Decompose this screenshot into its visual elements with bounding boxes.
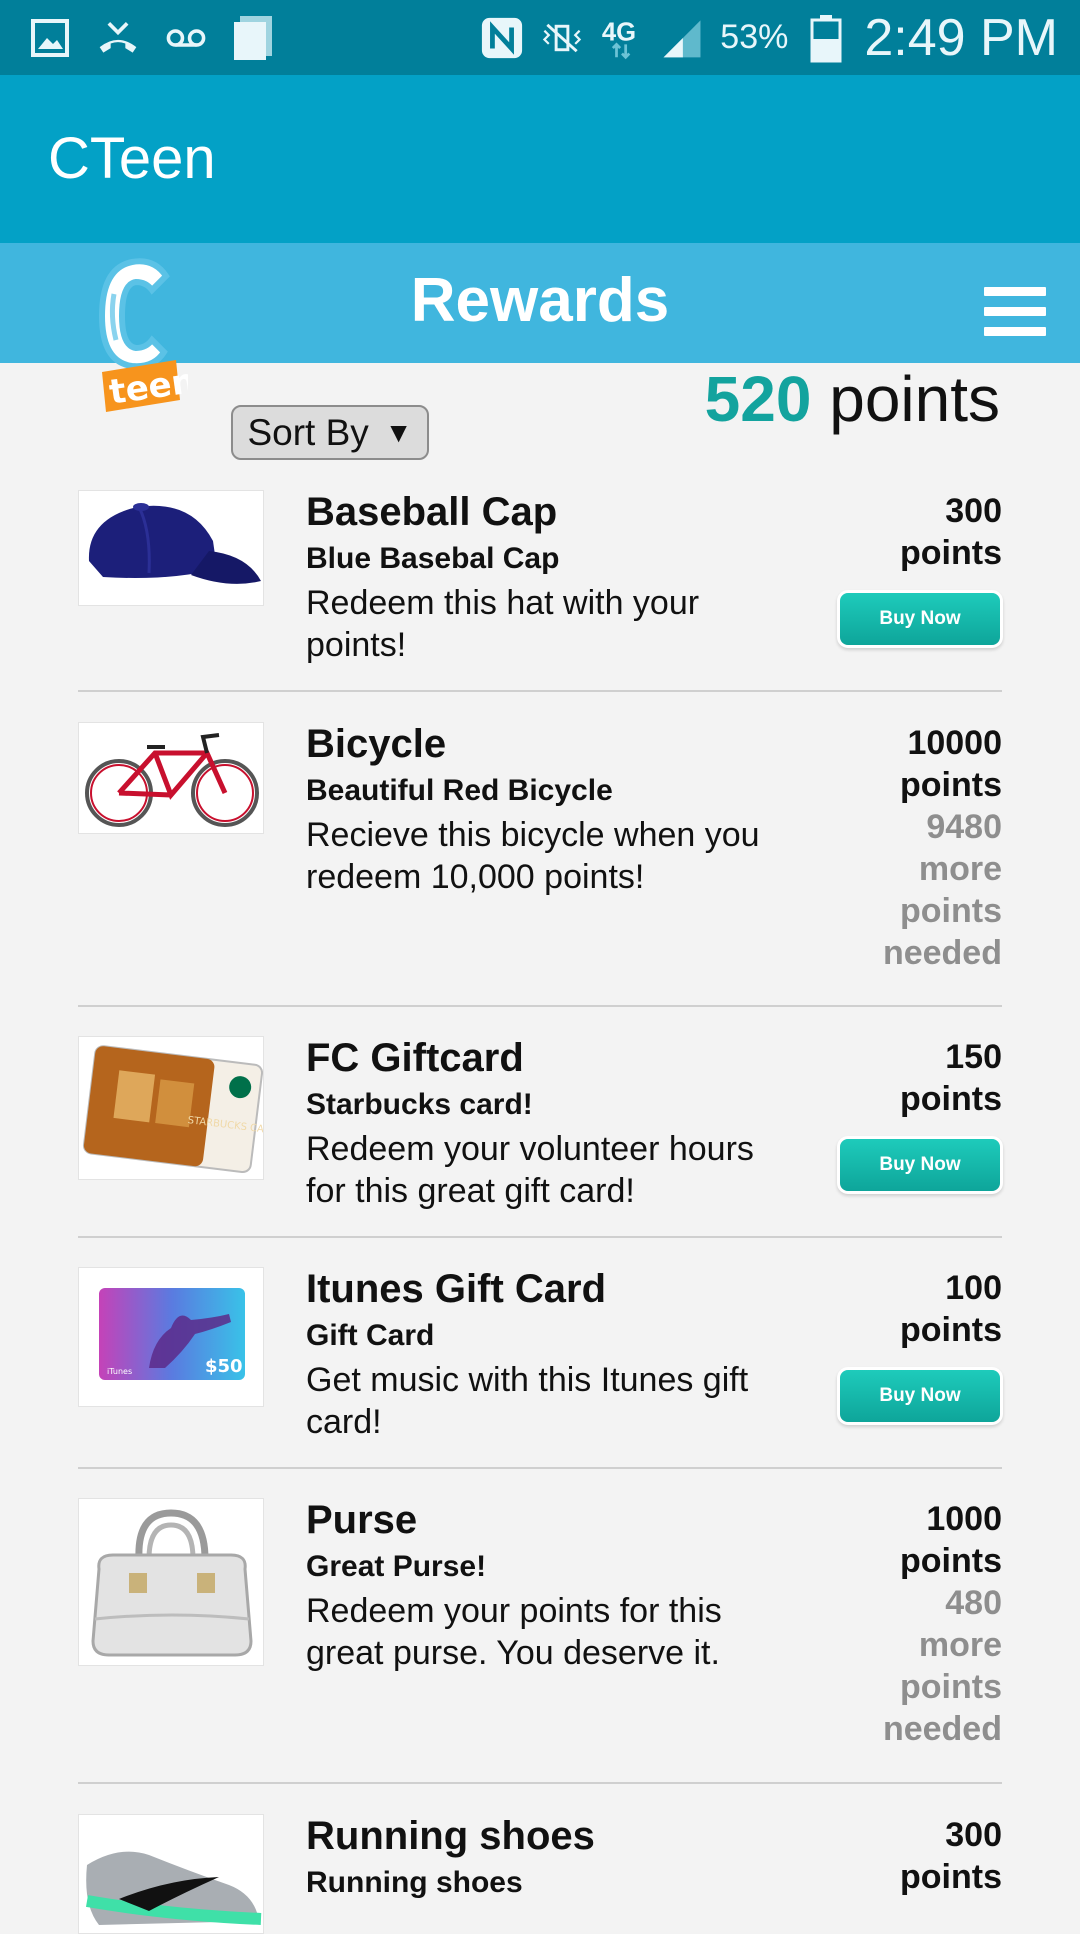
reward-subtitle: Gift Card [306,1319,435,1352]
reward-cost: 150 points [900,1036,1002,1120]
reward-cost-unit: points [900,1311,1002,1349]
bicycle-icon [78,722,264,834]
reward-name: Running shoes [306,1814,595,1858]
svg-text:4G: 4G [602,18,636,46]
reward-cost: 300 points [900,1814,1002,1898]
network-4g-icon: 4G [600,16,644,60]
reward-name: Purse [306,1498,418,1542]
points-value: 520 [704,363,812,435]
reward-item-purse[interactable]: Purse Great Purse! Redeem your points fo… [78,1498,1002,1760]
reward-description: Redeem your points for this great purse.… [306,1592,722,1672]
reward-subtitle: Beautiful Red Bicycle [306,774,613,807]
reward-cost-unit: points [900,1542,1002,1580]
reward-item-bicycle[interactable]: Bicycle Beautiful Red Bicycle Recieve th… [78,722,1002,982]
reward-description: Recieve this bicycle when you redeem 10,… [306,816,760,896]
itunes-card-icon: $50 iTunes [78,1267,264,1407]
reward-cost-value: 300 [945,1816,1002,1854]
reward-name: FC Giftcard [306,1036,524,1080]
points-unit: points [829,363,1000,435]
reward-cost: 100 points [900,1267,1002,1351]
reward-cost-value: 300 [945,492,1002,530]
points-needed: 480 more points needed [882,1584,1002,1748]
reward-cost-unit: points [900,534,1002,572]
cteen-logo: teen [88,254,198,414]
divider [78,1236,1002,1238]
voicemail-icon [164,16,208,60]
app-bar: CTeen [0,75,1080,243]
baseball-cap-icon [78,490,264,606]
purse-icon [78,1498,264,1666]
clock: 2:49 PM [864,8,1058,67]
battery-percent: 53% [720,18,789,56]
notification-icons [28,0,276,75]
reward-subtitle: Starbucks card! [306,1088,533,1121]
vibrate-mute-icon [540,16,584,60]
buy-now-button[interactable]: Buy Now [840,593,1000,645]
gallery-icon [28,16,72,60]
reward-cost-unit: points [900,1858,1002,1896]
reward-description: Redeem this hat with your points! [306,584,700,664]
reward-item-baseball-cap[interactable]: Baseball Cap Blue Basebal Cap Redeem thi… [78,490,1002,690]
reward-name: Itunes Gift Card [306,1267,607,1311]
points-needed: 9480 more points needed [882,808,1002,972]
divider [78,1782,1002,1784]
reward-item-running-shoes[interactable]: Running shoes Running shoes 300 points [78,1814,1002,1934]
running-shoe-icon [78,1814,264,1934]
reward-cost-unit: points [900,1080,1002,1118]
svg-text:iTunes: iTunes [107,1367,132,1376]
reward-cost-value: 150 [945,1038,1002,1076]
points-balance: 520 points [705,362,1000,436]
reward-subtitle: Blue Basebal Cap [306,542,560,575]
reward-cost: 1000 points [900,1498,1002,1582]
reward-subtitle: Great Purse! [306,1550,487,1583]
divider [78,1467,1002,1469]
reward-name: Bicycle [306,722,447,766]
starbucks-card-icon: STARBUCKS CARD [78,1036,264,1180]
dropdown-arrow-icon: ▼ [384,416,413,448]
nfc-icon [480,16,524,60]
sort-by-button[interactable]: Sort By ▼ [231,405,429,460]
reward-description: Redeem your volunteer hours for this gre… [306,1130,754,1210]
divider [78,690,1002,692]
svg-text:teen: teen [107,361,188,413]
buy-now-button[interactable]: Buy Now [840,1370,1000,1422]
status-bar: 4G 53% 2:49 PM [0,0,1080,75]
reward-cost-value: 1000 [926,1500,1002,1538]
app-title: CTeen [48,126,216,191]
signal-icon [660,16,704,60]
reward-cost: 10000 points [900,722,1002,806]
reward-cost-unit: points [900,766,1002,804]
hamburger-menu-icon[interactable] [984,287,1046,339]
reward-cost: 300 points [900,490,1002,574]
system-icons: 4G 53% 2:49 PM [480,0,1058,75]
reward-name: Baseball Cap [306,490,558,534]
reward-cost-value: 100 [945,1269,1002,1307]
svg-text:$50: $50 [205,1356,243,1377]
battery-icon [804,14,848,62]
divider [78,1005,1002,1007]
reward-cost-value: 10000 [907,724,1002,762]
buy-now-button[interactable]: Buy Now [840,1139,1000,1191]
sort-by-label: Sort By [247,411,369,453]
reward-description: Get music with this Itunes gift card! [306,1361,749,1441]
reward-item-fc-giftcard[interactable]: STARBUCKS CARD FC Giftcard Starbucks car… [78,1036,1002,1236]
missed-call-icon [96,16,140,60]
reward-subtitle: Running shoes [306,1866,523,1899]
clipboard-icon [232,15,276,60]
reward-item-itunes-gift-card[interactable]: $50 iTunes Itunes Gift Card Gift Card Ge… [78,1267,1002,1467]
